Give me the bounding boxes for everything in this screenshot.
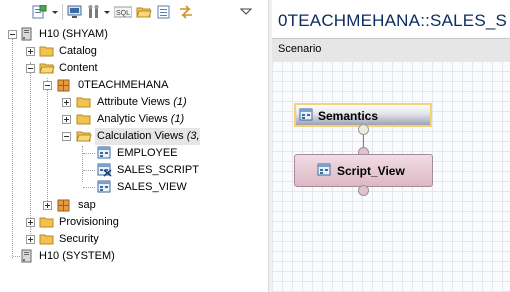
tree-item-provisioning[interactable]: Provisioning — [0, 214, 268, 231]
open-folder-icon — [76, 129, 92, 143]
item-count: (1) — [173, 96, 187, 108]
tree-item-catalog[interactable]: Catalog — [0, 43, 268, 60]
systems-toolbar: SQL — [0, 0, 268, 24]
sql-icon[interactable]: SQL — [114, 5, 132, 19]
scenario-canvas[interactable]: Semantics Script_View — [272, 61, 510, 292]
item-count: (3, — [186, 130, 200, 142]
script-view-label: Script_View — [337, 164, 405, 178]
dropdown-arrow-icon[interactable] — [51, 5, 59, 19]
folder-icon — [76, 112, 92, 126]
tree-label: Security — [59, 233, 99, 245]
monitor-icon[interactable] — [67, 5, 83, 19]
tree-label: SALES_SCRIPT — [117, 164, 199, 176]
view-menu-icon[interactable] — [240, 5, 252, 19]
systems-view: SQL H10 (SHYAM) Catalog Content 0TEACHME… — [0, 0, 268, 292]
tree-label: H10 (SYSTEM) — [39, 250, 115, 262]
tree-label: sap — [78, 199, 96, 211]
tree-item-h10-system[interactable]: H10 (SYSTEM) — [0, 248, 268, 265]
collapse-toggle[interactable] — [62, 132, 71, 141]
collapse-toggle[interactable] — [8, 30, 17, 39]
tree-item-attribute-views[interactable]: Attribute Views (1) — [0, 94, 268, 111]
toolbar-separator — [62, 4, 63, 20]
expand-toggle[interactable] — [26, 218, 35, 227]
expand-toggle[interactable] — [62, 98, 71, 107]
tree-label: Calculation Views — [97, 130, 184, 142]
package-icon — [56, 198, 72, 212]
tree-label: Attribute Views — [97, 96, 171, 108]
script-view-node[interactable]: Script_View — [294, 154, 433, 187]
tree-label: Content — [59, 62, 98, 74]
item-count: (1) — [170, 113, 185, 125]
expand-toggle[interactable] — [26, 235, 35, 244]
tree-item-security[interactable]: Security — [0, 231, 268, 248]
editor-title: 0TEACHMEHANA::SALES_S — [278, 11, 508, 30]
system-icon — [19, 27, 35, 41]
calculation-view-error-icon — [97, 163, 113, 177]
tree-item-content[interactable]: Content — [0, 60, 268, 77]
expand-toggle[interactable] — [62, 115, 71, 124]
tree-item-calculation-views[interactable]: Calculation Views (3, — [0, 128, 268, 145]
tree-item-sales-script[interactable]: SALES_SCRIPT — [0, 162, 268, 179]
view-editor: 0TEACHMEHANA::SALES_S Scenario Semantics… — [272, 0, 510, 292]
tree-label: Provisioning — [59, 216, 119, 228]
calculation-view-icon — [97, 180, 113, 194]
script-view-icon — [317, 163, 333, 180]
folder-icon — [39, 232, 55, 246]
link-icon[interactable] — [178, 5, 194, 19]
dropdown-arrow-icon[interactable] — [103, 5, 111, 19]
collapse-icon[interactable] — [156, 5, 172, 19]
tree-item-employee[interactable]: EMPLOYEE — [0, 145, 268, 162]
editor-tab-bar: Scenario — [272, 38, 510, 62]
expand-toggle[interactable] — [26, 47, 35, 56]
semantics-icon — [299, 108, 315, 125]
tree-label: Catalog — [59, 45, 97, 57]
tools-icon[interactable] — [86, 5, 102, 19]
tree-item-sales-view[interactable]: SALES_VIEW — [0, 179, 268, 196]
tree-guide-line — [83, 153, 95, 154]
tree-label: SALES_VIEW — [117, 181, 187, 193]
expand-toggle[interactable] — [43, 201, 52, 210]
script-view-input-port[interactable] — [358, 185, 369, 196]
tree-item-sap[interactable]: sap — [0, 197, 268, 214]
semantics-label: Semantics — [318, 109, 379, 123]
tree-item-package-0teachmehana[interactable]: 0TEACHMEHANA — [0, 77, 268, 94]
semantics-input-port[interactable] — [358, 124, 369, 135]
tree-label: Analytic Views — [97, 113, 168, 125]
tree-item-analytic-views[interactable]: Analytic Views (1) — [0, 111, 268, 128]
tree-label: H10 (SHYAM) — [39, 28, 108, 40]
tree-guide-line — [83, 187, 95, 188]
open-folder-icon[interactable] — [136, 5, 152, 19]
folder-icon — [39, 44, 55, 58]
new-icon[interactable] — [31, 5, 47, 19]
system-icon — [19, 249, 35, 263]
calculation-view-icon — [97, 146, 113, 160]
tree-label: 0TEACHMEHANA — [78, 79, 169, 91]
tree-guide-line — [83, 170, 95, 171]
sql-label: SQL — [116, 10, 130, 17]
open-folder-icon — [39, 61, 55, 75]
tree-label: EMPLOYEE — [117, 147, 178, 159]
collapse-toggle[interactable] — [43, 81, 52, 90]
folder-icon — [76, 95, 92, 109]
tab-scenario[interactable]: Scenario — [278, 43, 321, 55]
tree-item-h10-shyam[interactable]: H10 (SHYAM) — [0, 26, 268, 43]
collapse-toggle[interactable] — [26, 64, 35, 73]
package-icon — [56, 78, 72, 92]
folder-icon — [39, 215, 55, 229]
